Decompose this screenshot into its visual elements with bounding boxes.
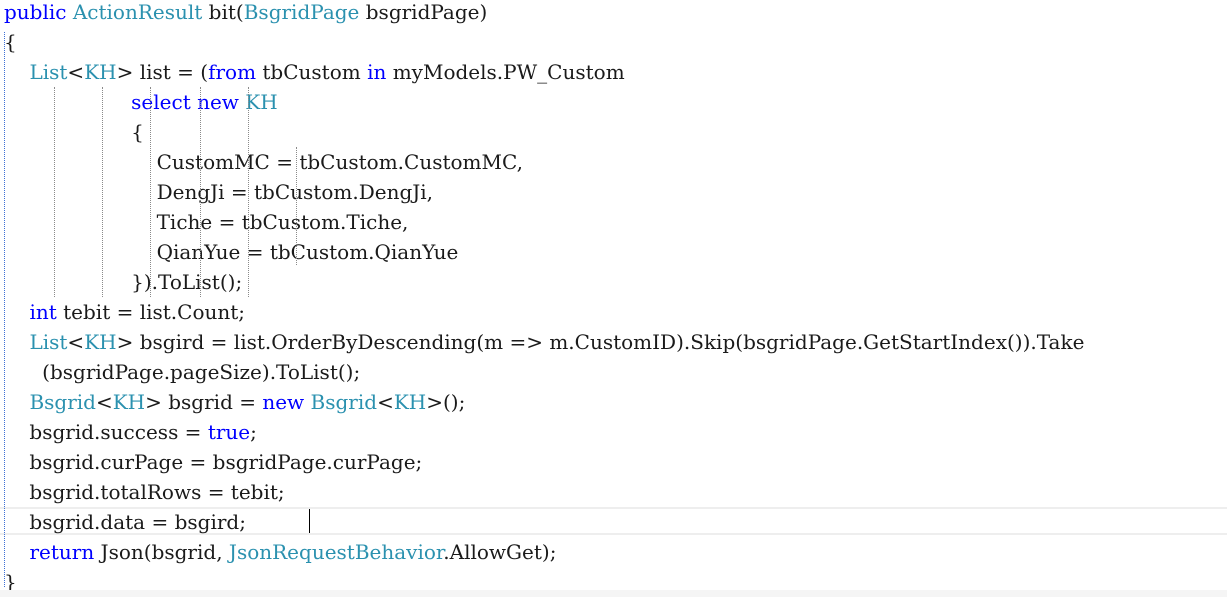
type-token: KH [393,390,427,414]
code-line[interactable]: List<KH> bsgird = list.OrderByDescending… [4,327,1084,357]
text-token: < [67,330,85,354]
indent-guide [150,87,151,297]
code-line[interactable]: public ActionResult bit(BsgridPage bsgri… [4,0,487,27]
text-token: { [4,120,144,144]
text-token: CustomMC = tbCustom.CustomMC, [4,150,523,174]
indent-guide [296,147,297,265]
text-token: < [67,60,85,84]
text-token: tbCustom [256,60,368,84]
code-editor[interactable]: public ActionResult bit(BsgridPage bsgri… [0,0,1227,597]
text-token: Tiche = tbCustom.Tiche, [4,210,409,234]
type-token: ActionResult [72,0,203,24]
code-line[interactable]: Tiche = tbCustom.Tiche, [4,207,409,237]
code-line[interactable]: List<KH> list = (from tbCustom in myMode… [4,57,625,87]
keyword-token: in [367,60,387,84]
keyword-token: select [131,90,191,114]
keyword-token: new [197,90,239,114]
code-line[interactable]: Bsgrid<KH> bsgrid = new Bsgrid<KH>(); [4,387,465,417]
text-token: }).ToList(); [4,270,243,294]
text-token: >(); [426,390,466,414]
text-token: myModels.PW_Custom [386,60,625,84]
code-line[interactable]: { [4,27,17,57]
text-token: bit( [202,0,244,24]
text-token: (bsgridPage.pageSize).ToList(); [4,360,361,384]
text-token: < [95,390,113,414]
code-line[interactable]: DengJi = tbCustom.DengJi, [4,177,433,207]
text-token: > list = ( [116,60,209,84]
keyword-token: return [29,540,95,564]
text-token: > bsgird = list.OrderByDescending(m => m… [116,330,1085,354]
type-token: Bsgrid [310,390,378,414]
text-token: bsgridPage) [359,0,488,24]
code-line[interactable]: bsgrid.totalRows = tebit; [4,477,285,507]
text-caret [309,509,310,533]
text-token: < [377,390,394,414]
code-line[interactable]: }).ToList(); [4,267,242,297]
indent-guide [102,87,103,297]
keyword-token: new [262,390,305,414]
text-token: .AllowGet); [443,540,557,564]
text-token: ; [250,420,257,444]
code-line[interactable]: (bsgridPage.pageSize).ToList(); [4,357,360,387]
keyword-token: int [29,300,57,324]
code-line[interactable]: int tebit = list.Count; [4,297,245,327]
indent-guide [54,87,55,297]
indent-guide [4,32,5,587]
text-token: > bsgrid = [145,390,263,414]
code-line[interactable]: bsgrid.data = bsgird; [4,507,246,537]
text-token: DengJi = tbCustom.DengJi, [4,180,434,204]
type-token: KH [84,60,117,84]
type-token: List [29,60,68,84]
code-line[interactable]: select new KH [4,87,278,117]
text-token: QianYue = tbCustom.QianYue [4,240,459,264]
text-token: tebit = list.Count; [56,300,246,324]
keyword-token: from [208,60,257,84]
indent-guide [248,87,249,297]
type-token: JsonRequestBehavior [228,540,444,564]
code-line[interactable]: bsgrid.success = true; [4,417,257,447]
code-line[interactable]: QianYue = tbCustom.QianYue [4,237,459,267]
text-token: { [4,30,17,54]
editor-bottom-edge [0,590,1227,597]
text-token: bsgrid.success = [4,420,208,444]
text-token: bsgrid.curPage = bsgridPage.curPage; [4,450,423,474]
code-line[interactable]: bsgrid.curPage = bsgridPage.curPage; [4,447,422,477]
type-token: BsgridPage [243,0,360,24]
type-token: Bsgrid [29,390,96,414]
keyword-token: public [4,0,67,24]
text-token: Json(bsgrid, [94,540,229,564]
type-token: List [29,330,68,354]
indent-guide [200,87,201,297]
type-token: KH [84,330,117,354]
type-token: KH [245,90,278,114]
code-line[interactable]: { [4,117,144,147]
code-line[interactable]: CustomMC = tbCustom.CustomMC, [4,147,523,177]
type-token: KH [112,390,146,414]
text-token: bsgrid.totalRows = tebit; [4,480,285,504]
keyword-token: true [207,420,251,444]
code-line[interactable]: return Json(bsgrid, JsonRequestBehavior.… [4,537,556,567]
text-token: bsgrid.data = bsgird; [4,510,246,534]
